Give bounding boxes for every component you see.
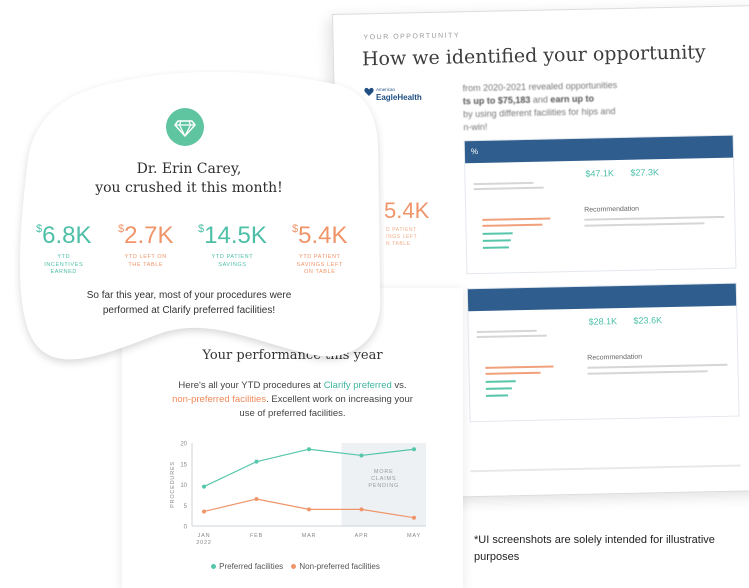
non-preferred-highlight: non-preferred facilities bbox=[172, 394, 267, 405]
section-stat: $47.1K bbox=[585, 168, 615, 179]
stat-label: YTD LEFT ON THE TABLE bbox=[124, 254, 167, 268]
y-tick-label: 10 bbox=[180, 483, 187, 489]
blurred-text bbox=[473, 181, 534, 186]
x-tick-label: 2022 bbox=[196, 540, 211, 546]
section-header-bar: % bbox=[464, 135, 734, 164]
data-point bbox=[359, 507, 364, 512]
earn-text: earn up to bbox=[550, 93, 595, 105]
opportunity-section-1: % $47.1K $27.3K Recommendation bbox=[463, 134, 737, 275]
report-intro: from 2020-2021 revealed opportunities ts… bbox=[462, 78, 683, 135]
data-point bbox=[202, 484, 206, 489]
y-tick-label: 0 bbox=[184, 525, 188, 531]
stat-ytd-left-on-table: $2.7K YTD LEFT ON THE TABLE bbox=[118, 222, 174, 268]
x-tick-label: APR bbox=[355, 533, 369, 539]
x-tick-label: FEB bbox=[250, 533, 263, 539]
diamond-badge bbox=[166, 108, 204, 146]
data-point bbox=[254, 459, 259, 464]
procedures-line-chart: 0 5 10 15 20 PROCEDURES JAN2022 FEB MAR APR MAY MOR… bbox=[170, 442, 426, 546]
pending-annotation: PENDING bbox=[368, 483, 399, 489]
legend-label-preferred: Preferred facilities bbox=[219, 562, 284, 571]
report-title: How we identified your opportunity bbox=[361, 41, 706, 71]
peek-stat-label: D PATIENT INGS LEFT N TABLE bbox=[386, 227, 418, 247]
hbar-orange bbox=[485, 365, 554, 369]
report-footer bbox=[470, 464, 741, 473]
stat-ytd-patient-savings: $14.5K YTD PATIENT SAVINGS bbox=[198, 222, 267, 268]
blurred-text bbox=[587, 370, 708, 375]
legend-swatch-non-preferred bbox=[291, 564, 297, 570]
greeting-name: Dr. Erin Carey, bbox=[136, 161, 242, 177]
x-tick-label: JAN bbox=[198, 533, 211, 539]
stat-label: YTD PATIENT SAVINGS bbox=[211, 254, 254, 268]
hbar-orange bbox=[482, 217, 551, 221]
section-stat: $28.1K bbox=[588, 316, 618, 327]
report-eyebrow: YOUR OPPORTUNITY bbox=[363, 32, 461, 42]
stat-ytd-savings-left: $5.4K YTD PATIENT SAVINGS LEFT ON TABLE bbox=[292, 222, 348, 275]
blurred-text bbox=[476, 334, 547, 339]
y-tick-label: 5 bbox=[184, 504, 188, 510]
data-point bbox=[359, 453, 364, 458]
y-tick-label: 15 bbox=[180, 462, 187, 468]
data-point bbox=[307, 447, 311, 452]
disclaimer: *UI screenshots are solely intended for … bbox=[474, 534, 715, 563]
chart-legend: Preferred facilities Non-preferred facil… bbox=[122, 562, 463, 571]
hbar-teal bbox=[485, 380, 516, 383]
data-point bbox=[307, 507, 311, 512]
logo-name: EagleHealth bbox=[376, 93, 422, 102]
y-tick-label: 20 bbox=[180, 442, 187, 448]
section-stat: $27.3K bbox=[630, 167, 660, 178]
x-tick-label: MAY bbox=[407, 533, 421, 539]
stat-label: YTD PATIENT SAVINGS LEFT ON TABLE bbox=[296, 254, 343, 275]
hbar-orange bbox=[485, 371, 541, 375]
performance-description: Here's all your YTD procedures at Clarif… bbox=[172, 380, 413, 419]
preferred-highlight: Clarify preferred bbox=[323, 380, 392, 391]
blurred-text bbox=[473, 186, 544, 191]
hbar-teal bbox=[482, 239, 511, 242]
stat-label: YTD INCENTIVES EARNED bbox=[44, 254, 84, 275]
greeting: Dr. Erin Carey, you crushed it this mont… bbox=[44, 160, 334, 198]
data-point bbox=[412, 515, 416, 520]
heart-icon bbox=[364, 87, 374, 96]
stat-value: 14.5K bbox=[204, 222, 267, 249]
pending-annotation: CLAIMS bbox=[371, 476, 396, 482]
peek-stat-value: 5.4K bbox=[384, 198, 430, 223]
summary-note: So far this year, most of your procedure… bbox=[86, 290, 292, 316]
diamond-icon bbox=[174, 120, 196, 137]
section-stat: $23.6K bbox=[633, 315, 663, 326]
hbar-teal bbox=[482, 232, 513, 235]
data-point bbox=[254, 497, 259, 502]
section-header-bar bbox=[467, 283, 737, 312]
stat-value: 2.7K bbox=[124, 222, 174, 249]
pending-annotation: MORE bbox=[374, 469, 394, 475]
hbar-orange bbox=[482, 223, 543, 227]
blurred-text bbox=[587, 363, 728, 369]
hbar-teal bbox=[485, 387, 512, 390]
data-point bbox=[202, 509, 206, 514]
stat-value: 6.8K bbox=[42, 222, 92, 249]
blurred-text bbox=[584, 215, 725, 221]
y-axis-label: PROCEDURES bbox=[170, 461, 176, 508]
stat-ytd-incentives: $6.8K YTD INCENTIVES EARNED bbox=[36, 222, 92, 275]
blurred-text bbox=[584, 222, 705, 227]
legend-swatch-preferred bbox=[211, 564, 217, 570]
data-point bbox=[412, 447, 416, 452]
legend-label-non-preferred: Non-preferred facilities bbox=[299, 562, 380, 571]
stat-value: 5.4K bbox=[298, 222, 348, 249]
american-eaglehealth-logo: American EagleHealth bbox=[364, 86, 422, 102]
greeting-message: you crushed it this month! bbox=[95, 180, 283, 196]
opportunity-section-2: $28.1K $23.6K Recommendation bbox=[466, 282, 740, 423]
hbar-teal bbox=[482, 246, 509, 249]
recommendation-heading: Recommendation bbox=[587, 353, 643, 362]
blurred-text bbox=[476, 329, 537, 334]
savings-amount: ts up to $75,183 bbox=[462, 94, 531, 107]
hbar-teal bbox=[486, 394, 509, 397]
recommendation-heading: Recommendation bbox=[584, 205, 640, 214]
x-tick-label: MAR bbox=[302, 533, 317, 539]
